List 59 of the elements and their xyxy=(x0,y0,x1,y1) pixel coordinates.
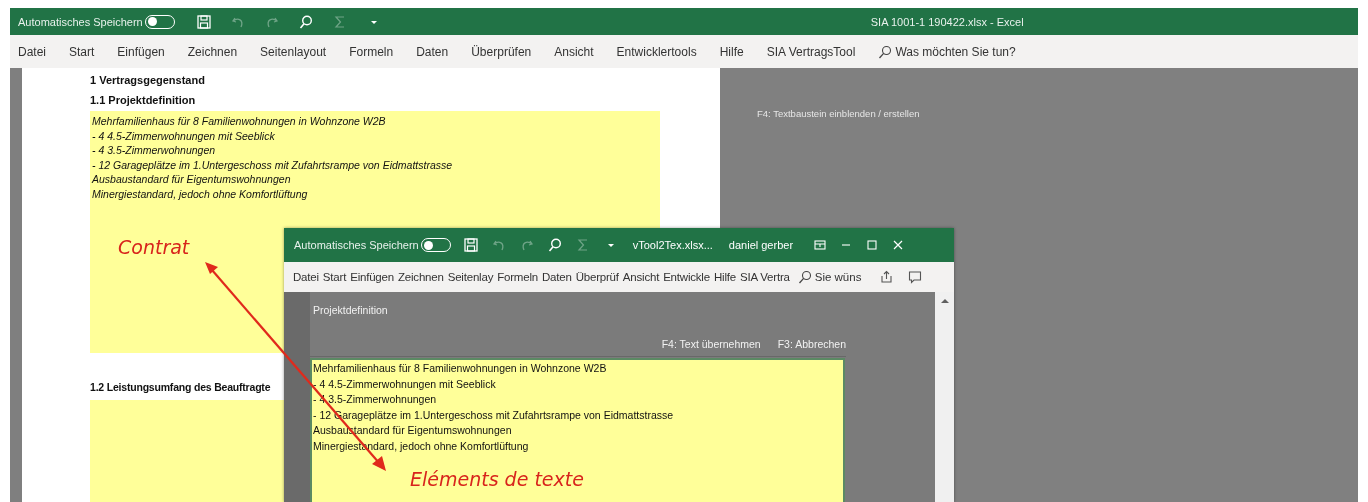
share-icon[interactable] xyxy=(878,269,895,285)
autosave-label: Automatisches Speichern xyxy=(18,15,143,28)
text-line: Ausbaustandard für Eigentumswohnungen xyxy=(90,172,292,187)
text-line: Mehrfamilienhaus für 8 Familienwohnungen in Wohnzone W2B xyxy=(312,361,608,376)
ribbon-tab[interactable]: Zeichnen xyxy=(397,271,444,283)
scrollbar[interactable] xyxy=(935,292,954,502)
save-icon[interactable] xyxy=(462,237,479,253)
shortcut-hint: F4: Textbaustein einblenden / erstellen xyxy=(757,108,921,119)
autosave-label: Automatisches Speichern xyxy=(294,239,419,251)
text-line: - 4 4.5-Zimmerwohnungen mit Seeblick xyxy=(91,128,276,143)
ribbon-tab[interactable]: Ansicht xyxy=(554,44,594,59)
ribbon-tab[interactable]: Formeln xyxy=(497,271,538,283)
section-heading: 1 Vertragsgegenstand xyxy=(90,73,206,88)
search-icon[interactable] xyxy=(297,13,314,30)
text-line: - 12 Garageplätze im 1.Untergeschoss mit Zufahrtsrampe von Eidmattstrasse xyxy=(91,157,454,172)
ribbon-tab[interactable]: Entwickle xyxy=(663,271,710,283)
search-icon[interactable] xyxy=(546,237,563,253)
save-icon[interactable] xyxy=(195,13,212,30)
search-icon[interactable] xyxy=(797,270,812,284)
window-title: vTool2Tex.xlsx... xyxy=(632,239,713,251)
text-line: Minergiestandard, jedoch ohne Komfortlüftung xyxy=(91,186,309,201)
window-title: SIA 1001-1 190422.xlsx - Excel xyxy=(870,15,1024,28)
user-name: daniel gerber xyxy=(728,239,794,251)
tell-me-field[interactable]: Was möchten Sie tun? xyxy=(878,44,1026,59)
annotation-label: Eléments de texte xyxy=(410,468,584,490)
ribbon-tab[interactable]: Daten xyxy=(416,44,449,59)
text-line: Mehrfamilienhaus für 8 Familienwohnungen in Wohnzone W2B xyxy=(91,114,387,129)
text-line: - 4 4.5-Zimmerwohnungen mit Seeblick xyxy=(312,376,497,392)
ribbon-tab[interactable]: Formeln xyxy=(349,44,394,59)
ribbon-tab[interactable]: Daten xyxy=(542,271,572,283)
ribbon-tab[interactable]: Entwicklertools xyxy=(616,44,697,59)
ribbon-tab[interactable]: Hilfe xyxy=(713,271,736,283)
tell-me-field[interactable]: Sie wüns xyxy=(797,270,867,284)
section-heading: 1.2 Leistungsumfang des Beauftragte xyxy=(90,380,271,395)
sheet-title: Projektdefinition xyxy=(313,304,389,316)
annotation-label: Contrat xyxy=(118,236,190,258)
maximize-icon[interactable] xyxy=(865,238,880,252)
ribbon-tab[interactable]: Ansicht xyxy=(622,271,660,283)
search-icon[interactable] xyxy=(878,44,893,59)
ribbon-tab[interactable]: SIA VertragsTool xyxy=(766,44,856,59)
ribbon-tab[interactable]: Zeichnen xyxy=(187,44,238,59)
ribbon-tab[interactable]: Einfügen xyxy=(117,44,165,59)
section-heading: 1.1 Projektdefinition xyxy=(90,93,197,108)
ribbon-tab[interactable]: Datei xyxy=(18,44,46,59)
ribbon-tab[interactable]: Hilfe xyxy=(719,44,744,59)
shortcut-hint: F3: Abbrechen xyxy=(777,338,846,350)
shortcut-hint: F4: Text übernehmen xyxy=(661,338,761,350)
comment-icon[interactable] xyxy=(906,269,923,285)
ribbon-tab[interactable]: Seitenlay xyxy=(447,271,494,283)
ribbon-tab[interactable]: Datei xyxy=(293,271,319,283)
ribbon-tab[interactable]: SIA Vertra xyxy=(739,271,790,283)
ribbon-tab[interactable]: Einfügen xyxy=(350,271,394,283)
ribbon-tab[interactable]: Überprüfen xyxy=(471,44,532,59)
ribbon-tab[interactable]: Seitenlayout xyxy=(260,44,327,59)
ribbon-tab[interactable]: Start xyxy=(69,44,95,59)
ribbon-tab[interactable]: Überprüf xyxy=(575,271,619,283)
ribbon-tab[interactable]: Start xyxy=(322,271,347,283)
ribbon-display-icon[interactable] xyxy=(813,238,828,252)
text-line: - 4 3.5-Zimmerwohnungen xyxy=(91,143,217,158)
